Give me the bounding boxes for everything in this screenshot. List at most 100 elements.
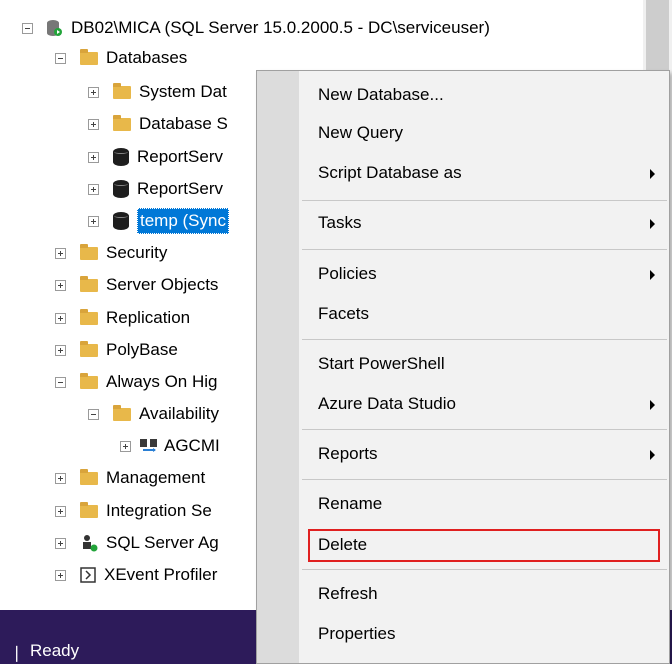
- menu-item-tasks[interactable]: Tasks: [318, 208, 361, 238]
- expand-icon[interactable]: [88, 183, 99, 195]
- scrollbar-thumb[interactable]: [646, 0, 669, 80]
- collapse-icon[interactable]: [88, 408, 99, 420]
- status-icon: ❘: [10, 645, 24, 662]
- expand-icon[interactable]: [120, 440, 131, 452]
- tree-node-label: Management: [106, 468, 206, 487]
- menu-separator: [302, 200, 667, 201]
- tree-node-label: Database S: [139, 114, 228, 133]
- database-icon: [113, 212, 129, 230]
- menu-item-script-database-as[interactable]: Script Database as: [318, 158, 462, 188]
- submenu-arrow-icon: [650, 169, 655, 179]
- tree-node-label: Databases: [106, 48, 188, 67]
- folder-icon: [80, 468, 98, 485]
- tree-node-databases[interactable]: Databases: [55, 44, 187, 72]
- expand-icon[interactable]: [55, 247, 66, 259]
- submenu-arrow-icon: [650, 270, 655, 280]
- expand-icon[interactable]: [88, 86, 99, 98]
- expand-icon[interactable]: [88, 118, 99, 130]
- folder-icon: [113, 82, 131, 99]
- menu-item-new-database[interactable]: New Database...: [318, 80, 444, 110]
- tree-node-label: ReportServ: [137, 147, 223, 166]
- menu-separator: [302, 569, 667, 570]
- database-icon: [113, 180, 129, 198]
- folder-icon: [80, 340, 98, 357]
- folder-icon: [80, 243, 98, 260]
- xevent-icon: [80, 567, 96, 583]
- menu-item-policies[interactable]: Policies: [318, 259, 377, 289]
- tree-node-label: Integration Se: [106, 501, 212, 520]
- expand-icon[interactable]: [55, 472, 66, 484]
- collapse-icon[interactable]: [22, 22, 33, 34]
- folder-icon: [113, 404, 131, 421]
- menu-item-start-powershell[interactable]: Start PowerShell: [318, 349, 445, 379]
- submenu-arrow-icon: [650, 219, 655, 229]
- delete-highlight-box: [308, 529, 660, 562]
- tree-node-label: Replication: [106, 308, 191, 327]
- tree-node-system-databases[interactable]: System Dat: [88, 78, 227, 106]
- tree-node-temp-database[interactable]: temp (Sync: [88, 207, 229, 235]
- tree-node-database-snapshots[interactable]: Database S: [88, 110, 228, 138]
- server-label: DB02\MICA (SQL Server 15.0.2000.5 - DC\s…: [71, 18, 490, 37]
- collapse-icon[interactable]: [55, 52, 66, 64]
- tree-node-label: PolyBase: [106, 340, 178, 359]
- expand-icon[interactable]: [88, 215, 99, 227]
- menu-separator: [302, 429, 667, 430]
- tree-node-label-selected: temp (Sync: [137, 208, 229, 234]
- tree-node-label: Availability: [139, 404, 220, 423]
- tree-node-reportserver-1[interactable]: ReportServ: [88, 143, 223, 171]
- folder-icon: [80, 48, 98, 65]
- tree-node-label: Security: [106, 243, 168, 262]
- tree-node-server[interactable]: DB02\MICA (SQL Server 15.0.2000.5 - DC\s…: [22, 14, 490, 42]
- menu-separator: [302, 249, 667, 250]
- status-text: Ready: [30, 641, 80, 660]
- server-icon: [47, 20, 62, 36]
- folder-icon: [80, 308, 98, 325]
- sql-agent-icon: [83, 535, 98, 552]
- menu-item-reports[interactable]: Reports: [318, 439, 378, 469]
- submenu-arrow-icon: [650, 400, 655, 410]
- expand-icon[interactable]: [55, 312, 66, 324]
- expand-icon[interactable]: [55, 569, 66, 581]
- tree-node-label: XEvent Profiler: [104, 565, 218, 584]
- folder-icon: [113, 114, 131, 131]
- tree-node-label: System Dat: [139, 82, 227, 101]
- folder-icon: [80, 372, 98, 389]
- tree-node-agcmi[interactable]: AGCMI: [120, 432, 220, 460]
- tree-node-integration-services[interactable]: Integration Se: [55, 497, 212, 525]
- tree-node-sql-server-agent[interactable]: SQL Server Ag: [55, 529, 219, 557]
- menu-item-facets[interactable]: Facets: [318, 299, 369, 329]
- folder-icon: [80, 501, 98, 518]
- menu-item-refresh[interactable]: Refresh: [318, 579, 378, 609]
- menu-item-rename[interactable]: Rename: [318, 489, 382, 519]
- menu-item-properties[interactable]: Properties: [318, 619, 395, 649]
- tree-node-always-on[interactable]: Always On Hig: [55, 368, 217, 396]
- availability-group-icon: [140, 439, 157, 452]
- expand-icon[interactable]: [88, 151, 99, 163]
- tree-node-server-objects[interactable]: Server Objects: [55, 271, 218, 299]
- tree-node-reportserver-2[interactable]: ReportServ: [88, 175, 223, 203]
- tree-node-xevent-profiler[interactable]: XEvent Profiler: [55, 561, 217, 589]
- expand-icon[interactable]: [55, 344, 66, 356]
- tree-node-security[interactable]: Security: [55, 239, 167, 267]
- menu-icon-gutter: [257, 71, 299, 663]
- tree-node-replication[interactable]: Replication: [55, 304, 190, 332]
- folder-icon: [80, 275, 98, 292]
- context-menu: New Database... New Query Script Databas…: [256, 70, 670, 664]
- expand-icon[interactable]: [55, 279, 66, 291]
- menu-separator: [302, 339, 667, 340]
- collapse-icon[interactable]: [55, 376, 66, 388]
- menu-item-new-query[interactable]: New Query: [318, 118, 403, 148]
- tree-node-availability-groups[interactable]: Availability: [88, 400, 219, 428]
- menu-separator: [302, 479, 667, 480]
- tree-node-polybase[interactable]: PolyBase: [55, 336, 178, 364]
- menu-item-azure-data-studio[interactable]: Azure Data Studio: [318, 389, 456, 419]
- tree-node-label: Server Objects: [106, 275, 219, 294]
- expand-icon[interactable]: [55, 505, 66, 517]
- database-icon: [113, 148, 129, 166]
- tree-node-label: ReportServ: [137, 179, 223, 198]
- tree-node-label: AGCMI: [164, 436, 220, 455]
- expand-icon[interactable]: [55, 537, 66, 549]
- tree-node-management[interactable]: Management: [55, 464, 205, 492]
- tree-node-label: Always On Hig: [106, 372, 218, 391]
- tree-node-label: SQL Server Ag: [106, 533, 219, 552]
